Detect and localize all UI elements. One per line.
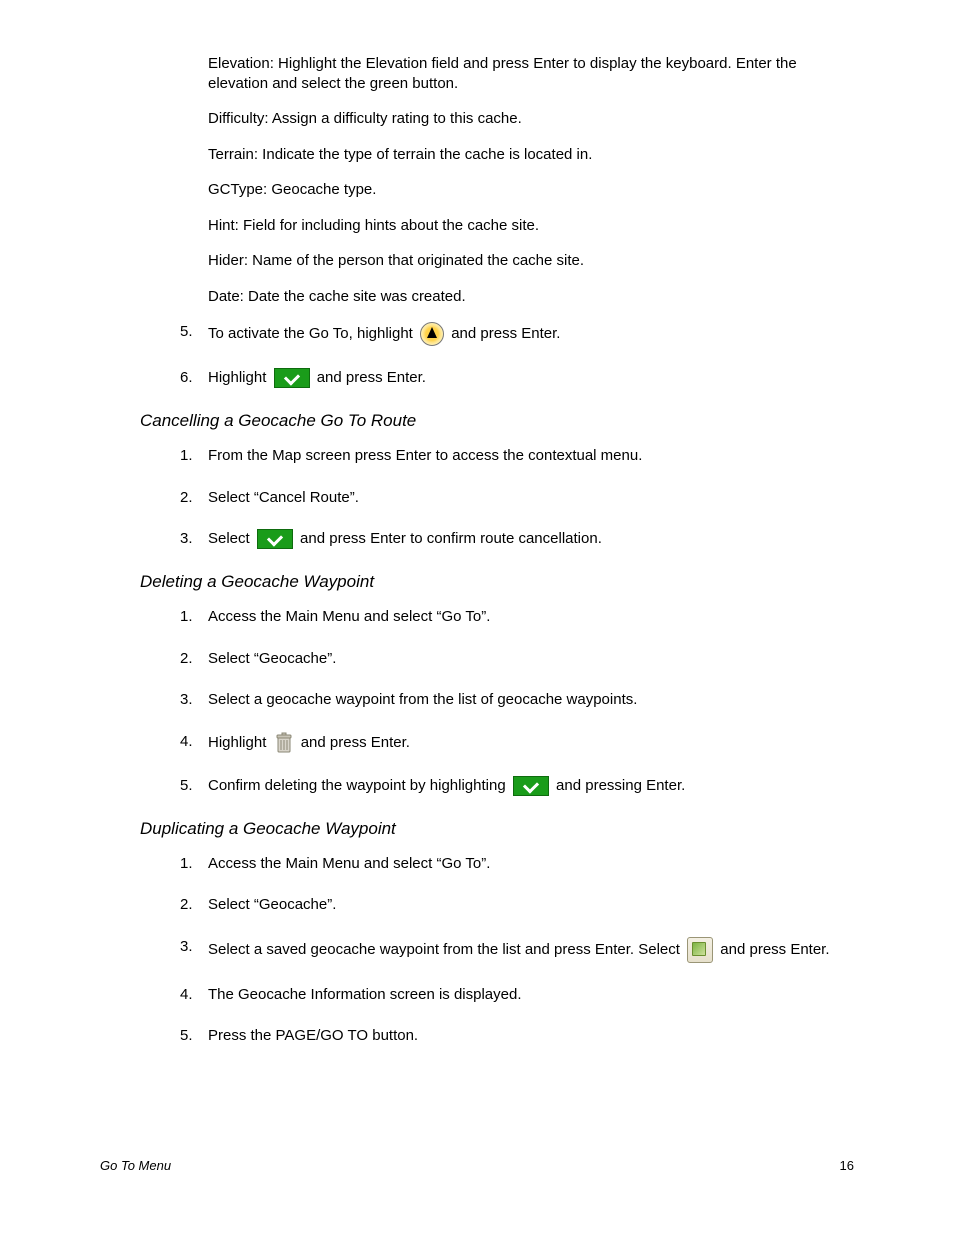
step-number: 5. [180, 776, 208, 796]
step-body: Highlight and press Enter. [208, 368, 854, 388]
step-number: 6. [180, 368, 208, 388]
step-number: 3. [180, 529, 208, 549]
footer-page-number: 16 [840, 1158, 854, 1175]
field-hider: Hider: Name of the person that originate… [208, 251, 854, 271]
delete-steps: 1. Access the Main Menu and select “Go T… [140, 607, 854, 796]
delete-step-2: 2. Select “Geocache”. [180, 649, 854, 669]
step-body: Confirm deleting the waypoint by highlig… [208, 776, 854, 796]
check-icon [274, 368, 310, 388]
step-number: 1. [180, 446, 208, 466]
field-hint: Hint: Field for including hints about th… [208, 216, 854, 236]
step-number: 2. [180, 488, 208, 508]
step-text-post: and press Enter. [317, 369, 426, 386]
field-terrain: Terrain: Indicate the type of terrain th… [208, 145, 854, 165]
trash-icon [274, 732, 294, 754]
footer-section: Go To Menu [100, 1158, 171, 1175]
step-body: Press the PAGE/GO TO button. [208, 1026, 854, 1046]
step-text-pre: Select a saved geocache waypoint from th… [208, 941, 684, 958]
duplicate-step-1: 1. Access the Main Menu and select “Go T… [180, 854, 854, 874]
field-date: Date: Date the cache site was created. [208, 287, 854, 307]
step-text-pre: Select [208, 530, 254, 547]
step-number: 5. [180, 1026, 208, 1046]
step-body: Highlight and press Enter. [208, 732, 854, 754]
step-text-pre: Confirm deleting the waypoint by highlig… [208, 777, 510, 794]
cancel-step-1: 1. From the Map screen press Enter to ac… [180, 446, 854, 466]
step-text-pre: To activate the Go To, highlight [208, 325, 417, 342]
step-number: 4. [180, 732, 208, 754]
cancel-step-2: 2. Select “Cancel Route”. [180, 488, 854, 508]
field-difficulty: Difficulty: Assign a difficulty rating t… [208, 109, 854, 129]
step-body: Access the Main Menu and select “Go To”. [208, 607, 854, 627]
step-6: 6. Highlight and press Enter. [180, 368, 854, 388]
step-text-post: and press Enter to confirm route cancell… [300, 530, 602, 547]
page: Elevation: Highlight the Elevation field… [0, 0, 954, 1235]
step-body: Select “Cancel Route”. [208, 488, 854, 508]
step-number: 2. [180, 649, 208, 669]
heading-delete-waypoint: Deleting a Geocache Waypoint [140, 571, 854, 593]
heading-duplicate-waypoint: Duplicating a Geocache Waypoint [140, 818, 854, 840]
duplicate-step-5: 5. Press the PAGE/GO TO button. [180, 1026, 854, 1046]
step-text-post: and pressing Enter. [556, 777, 685, 794]
field-gctype: GCType: Geocache type. [208, 180, 854, 200]
step-text-post: and press Enter. [451, 325, 560, 342]
save-icon [687, 937, 713, 963]
check-icon [257, 529, 293, 549]
step-number: 5. [180, 322, 208, 346]
step-body: Select and press Enter to confirm route … [208, 529, 854, 549]
field-elevation: Elevation: Highlight the Elevation field… [208, 54, 854, 93]
heading-cancel-route: Cancelling a Geocache Go To Route [140, 410, 854, 432]
step-number: 4. [180, 985, 208, 1005]
delete-step-5: 5. Confirm deleting the waypoint by high… [180, 776, 854, 796]
continued-steps: 5. To activate the Go To, highlight and … [140, 322, 854, 388]
step-text-post: and press Enter. [720, 941, 829, 958]
step-body: Select “Geocache”. [208, 895, 854, 915]
step-5: 5. To activate the Go To, highlight and … [180, 322, 854, 346]
check-icon [513, 776, 549, 796]
duplicate-step-4: 4. The Geocache Information screen is di… [180, 985, 854, 1005]
duplicate-step-3: 3. Select a saved geocache waypoint from… [180, 937, 854, 963]
delete-step-4: 4. Highlight and press Enter. [180, 732, 854, 754]
step-body: The Geocache Information screen is displ… [208, 985, 854, 1005]
step-body: Select a saved geocache waypoint from th… [208, 937, 854, 963]
cancel-steps: 1. From the Map screen press Enter to ac… [140, 446, 854, 549]
duplicate-step-2: 2. Select “Geocache”. [180, 895, 854, 915]
step-text-pre: Highlight [208, 734, 271, 751]
step-text-post: and press Enter. [301, 734, 410, 751]
delete-step-1: 1. Access the Main Menu and select “Go T… [180, 607, 854, 627]
step-body: Access the Main Menu and select “Go To”. [208, 854, 854, 874]
step-body: Select “Geocache”. [208, 649, 854, 669]
duplicate-steps: 1. Access the Main Menu and select “Go T… [140, 854, 854, 1046]
step-number: 1. [180, 854, 208, 874]
step-number: 2. [180, 895, 208, 915]
step-text-pre: Highlight [208, 369, 271, 386]
step-number: 3. [180, 690, 208, 710]
page-footer: Go To Menu 16 [100, 1158, 854, 1175]
step-body: Select a geocache waypoint from the list… [208, 690, 854, 710]
delete-step-3: 3. Select a geocache waypoint from the l… [180, 690, 854, 710]
goto-icon [420, 322, 444, 346]
cancel-step-3: 3. Select and press Enter to confirm rou… [180, 529, 854, 549]
step-number: 3. [180, 937, 208, 963]
step-body: To activate the Go To, highlight and pre… [208, 322, 854, 346]
step-body: From the Map screen press Enter to acces… [208, 446, 854, 466]
step-number: 1. [180, 607, 208, 627]
